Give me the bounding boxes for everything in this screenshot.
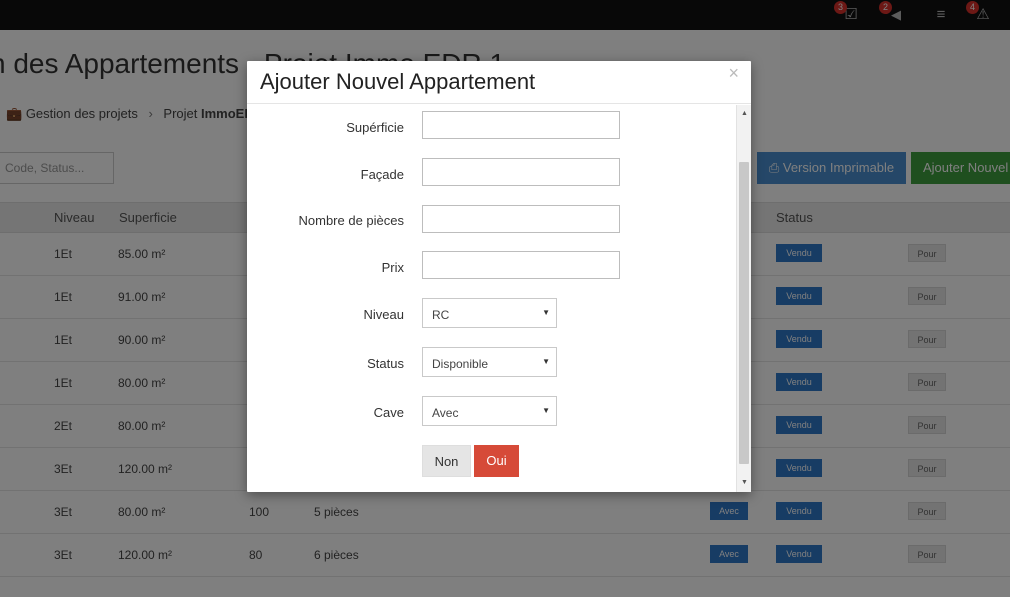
scrollbar-thumb[interactable]	[739, 162, 749, 464]
modal-body: Supérficie Façade Nombre de pièces Prix …	[247, 105, 735, 492]
chevron-down-icon: ▼	[542, 406, 550, 415]
chevron-down-icon: ▼	[542, 357, 550, 366]
cave-select[interactable]: Avec ▼	[422, 396, 557, 426]
chevron-down-icon: ▼	[542, 308, 550, 317]
niveau-label: Niveau	[363, 307, 404, 322]
pieces-label: Nombre de pièces	[298, 213, 405, 228]
facade-label: Façade	[360, 167, 404, 182]
add-apartment-modal: Ajouter Nouvel Appartement × Supérficie …	[247, 61, 751, 492]
superficie-label: Supérficie	[346, 120, 404, 135]
niveau-select-value: RC	[432, 308, 450, 322]
prix-field[interactable]	[422, 251, 620, 279]
pieces-field[interactable]	[422, 205, 620, 233]
confirm-button[interactable]: Oui	[474, 445, 519, 477]
facade-field[interactable]	[422, 158, 620, 186]
modal-header: Ajouter Nouvel Appartement ×	[247, 61, 751, 104]
close-icon[interactable]: ×	[728, 63, 739, 84]
cave-select-value: Avec	[432, 406, 459, 420]
scroll-down-arrow-icon[interactable]: ▼	[737, 476, 752, 490]
niveau-select[interactable]: RC ▼	[422, 298, 557, 328]
modal-title: Ajouter Nouvel Appartement	[260, 69, 536, 94]
scroll-up-arrow-icon[interactable]: ▲	[737, 107, 752, 121]
cave-label: Cave	[373, 405, 404, 420]
modal-scrollbar[interactable]: ▲ ▼	[736, 105, 751, 492]
cancel-button[interactable]: Non	[422, 445, 471, 477]
prix-label: Prix	[381, 260, 404, 275]
superficie-field[interactable]	[422, 111, 620, 139]
status-label: Status	[367, 356, 404, 371]
status-select-value: Disponible	[432, 357, 489, 371]
status-select[interactable]: Disponible ▼	[422, 347, 557, 377]
